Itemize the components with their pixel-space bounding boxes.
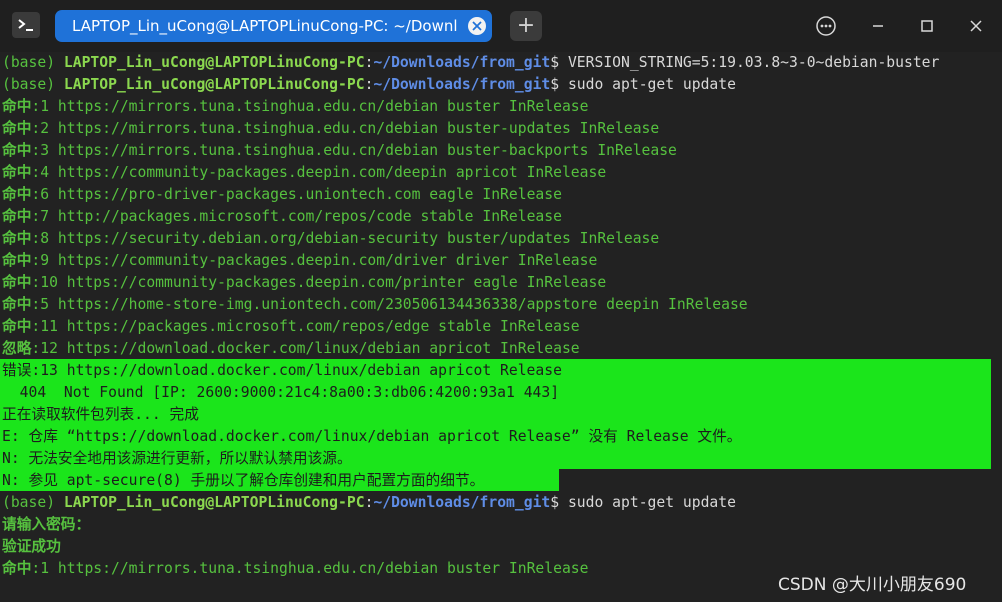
output-text: :8 https://security.debian.org/debian-se…	[31, 230, 660, 247]
output-text: :2 https://mirrors.tuna.tsinghua.edu.cn/…	[31, 120, 660, 137]
terminal-line: (base) LAPTOP_Lin_uCong@LAPTOPLinuCong-P…	[2, 492, 736, 514]
terminal-line: 命中:3 https://mirrors.tuna.tsinghua.edu.c…	[2, 140, 677, 162]
terminal-line: N: 无法安全地用该源进行更新，所以默认禁用该源。	[2, 448, 352, 470]
terminal-line: 正在读取软件包列表... 完成	[2, 404, 199, 426]
terminal-line: (base) LAPTOP_Lin_uCong@LAPTOPLinuCong-P…	[2, 74, 736, 96]
terminal-line: E: 仓库 “https://download.docker.com/linux…	[2, 426, 741, 448]
command-text: VERSION_STRING=5:19.03.8~3-0~debian-bust…	[567, 54, 940, 71]
prompt-path: ~/Downloads/from_git	[373, 76, 551, 93]
terminal-output[interactable]: (base) LAPTOP_Lin_uCong@LAPTOPLinuCong-P…	[0, 52, 1002, 602]
terminal-line: 命中:1 https://mirrors.tuna.tsinghua.edu.c…	[2, 96, 588, 118]
status-label: 命中	[2, 560, 32, 577]
status-label: 命中	[2, 318, 32, 335]
prompt-env: (base)	[2, 494, 64, 511]
status-label: 命中	[2, 252, 32, 269]
selected-output-text: 错误:13 https://download.docker.com/linux/…	[2, 362, 562, 379]
terminal-line: 忽略:12 https://download.docker.com/linux/…	[2, 338, 580, 360]
prompt-user-host: LAPTOP_Lin_uCong@LAPTOPLinuCong-PC	[63, 54, 365, 71]
command-text: sudo apt-get update	[567, 494, 736, 511]
status-label: 命中	[2, 164, 32, 181]
terminal-line: 错误:13 https://download.docker.com/linux/…	[2, 360, 562, 382]
prompt-symbol: $	[550, 76, 568, 93]
selected-output-text: E: 仓库 “https://download.docker.com/linux…	[2, 428, 742, 445]
prompt-symbol: $	[550, 494, 568, 511]
terminal-line: 命中:8 https://security.debian.org/debian-…	[2, 228, 659, 250]
terminal-line: 验证成功	[2, 536, 61, 558]
output-text: :1 https://mirrors.tuna.tsinghua.edu.cn/…	[31, 98, 589, 115]
title-bar: LAPTOP_Lin_uCong@LAPTOPLinuCong-PC: ~/Do…	[0, 0, 1002, 52]
prompt-user-host: LAPTOP_Lin_uCong@LAPTOPLinuCong-PC	[63, 494, 365, 511]
maximize-button[interactable]	[915, 14, 939, 38]
terminal-line: 命中:6 https://pro-driver-packages.unionte…	[2, 184, 562, 206]
tab-terminal-session[interactable]: LAPTOP_Lin_uCong@LAPTOPLinuCong-PC: ~/Do…	[55, 10, 492, 42]
csdn-watermark: CSDN @大川小朋友690	[778, 575, 967, 595]
menu-button[interactable]	[814, 14, 838, 38]
output-text: :1 https://mirrors.tuna.tsinghua.edu.cn/…	[31, 560, 589, 577]
close-icon	[472, 21, 482, 31]
prompt-user-host: LAPTOP_Lin_uCong@LAPTOPLinuCong-PC	[63, 76, 365, 93]
output-text: 请输入密码：	[2, 516, 91, 533]
terminal-app-icon[interactable]	[12, 12, 40, 38]
selected-output-text: N: 无法安全地用该源进行更新，所以默认禁用该源。	[2, 450, 352, 467]
output-text: :9 https://community-packages.deepin.com…	[31, 252, 598, 269]
status-label: 命中	[2, 186, 32, 203]
selected-output-text: 404 Not Found [IP: 2600:9000:21c4:8a00:3…	[2, 384, 560, 401]
status-label: 忽略	[2, 340, 32, 357]
terminal-line: 404 Not Found [IP: 2600:9000:21c4:8a00:3…	[2, 382, 559, 404]
new-tab-button[interactable]: +	[510, 11, 542, 41]
output-text: :7 http://packages.microsoft.com/repos/c…	[31, 208, 562, 225]
terminal-line: 命中:10 https://community-packages.deepin.…	[2, 272, 606, 294]
terminal-line: 命中:11 https://packages.microsoft.com/rep…	[2, 316, 580, 338]
status-label: 命中	[2, 120, 32, 137]
output-text: :10 https://community-packages.deepin.co…	[31, 274, 607, 291]
status-label: 命中	[2, 142, 32, 159]
output-text: :3 https://mirrors.tuna.tsinghua.edu.cn/…	[31, 142, 677, 159]
prompt-env: (base)	[2, 54, 64, 71]
terminal-line: 请输入密码：	[2, 514, 90, 536]
status-label: 命中	[2, 208, 32, 225]
tab-close-button[interactable]	[468, 17, 486, 35]
terminal-line: 命中:1 https://mirrors.tuna.tsinghua.edu.c…	[2, 558, 588, 580]
status-label: 命中	[2, 230, 32, 247]
status-label: 命中	[2, 296, 32, 313]
terminal-line: N: 参见 apt-secure(8) 手册以了解仓库创建和用户配置方面的细节。	[2, 470, 484, 492]
minimize-button[interactable]	[866, 14, 890, 38]
selected-output-text: N: 参见 apt-secure(8) 手册以了解仓库创建和用户配置方面的细节。	[2, 472, 485, 489]
output-text: 验证成功	[2, 538, 61, 555]
terminal-line: (base) LAPTOP_Lin_uCong@LAPTOPLinuCong-P…	[2, 52, 939, 74]
output-text: :12 https://download.docker.com/linux/de…	[31, 340, 580, 357]
minimize-icon	[873, 25, 883, 27]
output-text: :6 https://pro-driver-packages.uniontech…	[31, 186, 562, 203]
terminal-line: 命中:7 http://packages.microsoft.com/repos…	[2, 206, 562, 228]
close-window-button[interactable]	[964, 14, 988, 38]
plus-icon: +	[516, 13, 536, 38]
close-icon	[970, 20, 982, 32]
more-options-icon	[816, 16, 836, 36]
prompt-path: ~/Downloads/from_git	[373, 54, 551, 71]
status-label: 命中	[2, 274, 32, 291]
prompt-path: ~/Downloads/from_git	[373, 494, 551, 511]
terminal-line: 命中:9 https://community-packages.deepin.c…	[2, 250, 597, 272]
status-label: 命中	[2, 98, 32, 115]
output-text: :4 https://community-packages.deepin.com…	[31, 164, 607, 181]
prompt-symbol: $	[550, 54, 568, 71]
tab-title: LAPTOP_Lin_uCong@LAPTOPLinuCong-PC: ~/Do…	[72, 17, 457, 35]
terminal-line: 命中:2 https://mirrors.tuna.tsinghua.edu.c…	[2, 118, 659, 140]
maximize-icon	[921, 20, 933, 32]
output-text: :11 https://packages.microsoft.com/repos…	[31, 318, 580, 335]
output-text: :5 https://home-store-img.uniontech.com/…	[31, 296, 748, 313]
command-text: sudo apt-get update	[567, 76, 736, 93]
terminal-line: 命中:4 https://community-packages.deepin.c…	[2, 162, 606, 184]
selected-output-text: 正在读取软件包列表... 完成	[2, 406, 199, 423]
prompt-env: (base)	[2, 76, 64, 93]
terminal-line: 命中:5 https://home-store-img.uniontech.co…	[2, 294, 748, 316]
